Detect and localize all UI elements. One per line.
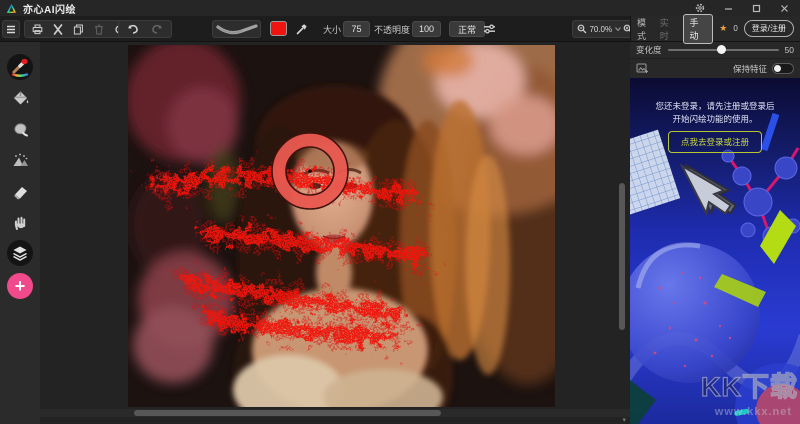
- keep-features-row: 保持特征: [630, 58, 800, 78]
- hand-pan-tool[interactable]: [7, 209, 33, 235]
- zoom-level-value[interactable]: 70.0%: [589, 25, 612, 34]
- panel-top-bar: 模式 实时 手动 ★ 0 登录/注册: [630, 13, 800, 44]
- mode-realtime-option[interactable]: 实时: [660, 16, 677, 42]
- brush-preview-icon: [215, 24, 258, 35]
- hamburger-icon: [7, 25, 15, 33]
- zoom-out-icon[interactable]: [577, 24, 587, 34]
- vertical-scrollbar-thumb[interactable]: [619, 183, 625, 330]
- layers-tool[interactable]: [7, 240, 33, 266]
- keep-features-toggle[interactable]: [772, 63, 794, 74]
- edit-tools-group: [24, 20, 133, 38]
- opacity-label: 不透明度: [374, 25, 411, 35]
- login-notice-line2: 开始闪绘功能的使用。: [672, 113, 758, 124]
- brush-cursor-ring: [271, 132, 349, 210]
- add-reference-image-icon[interactable]: [636, 63, 649, 74]
- settings-gear-icon[interactable]: [694, 2, 706, 14]
- undo-icon[interactable]: [127, 24, 139, 34]
- title-bar: 亦心AI闪绘: [0, 0, 800, 16]
- scrollbar-corner-arrow-icon[interactable]: ▾: [622, 416, 626, 424]
- mode-label: 模式: [637, 17, 647, 41]
- app-logo-icon: [6, 3, 17, 14]
- lasso-icon: [13, 122, 28, 137]
- paint-brush-tool[interactable]: [7, 54, 33, 80]
- variation-value: 50: [784, 45, 794, 55]
- credit-count: 0: [733, 24, 738, 33]
- ai-panel: 变化度 50 保持特征 您还未登录，请先注册或登录后 开始闪绘功能的使用。 点我…: [630, 42, 800, 424]
- brush-color-swatch[interactable]: [270, 21, 287, 36]
- watermark-title: KK下载: [700, 371, 798, 402]
- toggle-knob: [774, 65, 781, 72]
- window-controls: [694, 2, 790, 14]
- menu-button[interactable]: [2, 20, 20, 38]
- mode-manual-option[interactable]: 手动: [682, 13, 714, 44]
- cut-scissors-icon[interactable]: [53, 23, 63, 35]
- eyedropper-icon[interactable]: [296, 23, 308, 35]
- panel-art-area: 您还未登录，请先注册或登录后 开始闪绘功能的使用。 点我去登录或注册 KK下载 …: [630, 78, 800, 424]
- variation-label: 变化度: [636, 45, 662, 55]
- spray-icon: [13, 153, 28, 166]
- paint-brush-icon: [11, 58, 29, 77]
- star-credit-icon: ★: [719, 23, 728, 33]
- app-title: 亦心AI闪绘: [23, 4, 76, 16]
- print-button[interactable]: [32, 24, 43, 35]
- add-button[interactable]: +: [7, 273, 33, 299]
- main-area: + ▾ 变化度 50 保持特征 您还未登录，请先注册或登录后 开始闪绘功能的使用…: [0, 42, 800, 424]
- fill-bucket-tool[interactable]: [7, 85, 33, 111]
- brush-stroke-preview[interactable]: [212, 20, 261, 38]
- blend-mode-button[interactable]: 正常: [449, 21, 486, 37]
- canvas-workspace[interactable]: ▾: [40, 42, 630, 424]
- brush-size-input[interactable]: 75: [343, 21, 370, 37]
- eraser-icon: [13, 186, 27, 199]
- delete-trash-icon[interactable]: [94, 24, 104, 35]
- copy-button[interactable]: [73, 24, 84, 35]
- chevron-down-icon[interactable]: [614, 27, 621, 31]
- canvas-image[interactable]: [128, 45, 555, 407]
- redo-icon[interactable]: [151, 24, 163, 34]
- login-notice-line1: 您还未登录，请先注册或登录后: [655, 101, 775, 111]
- layers-icon: [13, 246, 27, 261]
- variation-slider[interactable]: [667, 45, 779, 55]
- brush-size-label: 大小: [323, 25, 342, 35]
- history-group: [118, 20, 172, 38]
- hand-icon: [14, 216, 26, 230]
- watermark-url: www.kkx.net: [714, 406, 792, 418]
- opacity-input[interactable]: 100: [412, 21, 441, 37]
- close-button[interactable]: [778, 2, 790, 14]
- lasso-select-tool[interactable]: [7, 116, 33, 142]
- maximize-button[interactable]: [750, 2, 762, 14]
- eraser-tool[interactable]: [7, 178, 33, 204]
- brush-settings-sliders-icon[interactable]: [483, 24, 496, 34]
- slider-knob[interactable]: [717, 45, 727, 54]
- fill-bucket-icon: [13, 91, 28, 104]
- main-toolbar: 大小 75 不透明度 100 正常 70.0% 模式 实时 手动 ★ 0 登录/…: [0, 13, 800, 44]
- login-register-button[interactable]: 登录/注册: [743, 20, 795, 37]
- minimize-button[interactable]: [722, 2, 734, 14]
- spray-texture-tool[interactable]: [7, 147, 33, 173]
- variation-row: 变化度 50: [630, 42, 800, 58]
- keep-features-label: 保持特征: [732, 63, 767, 74]
- login-cta-button[interactable]: 点我去登录或注册: [667, 131, 763, 153]
- login-notice: 您还未登录，请先注册或登录后 开始闪绘功能的使用。: [630, 100, 800, 126]
- zoom-control: 70.0%: [572, 20, 638, 38]
- horizontal-scrollbar-thumb[interactable]: [134, 410, 441, 416]
- tool-sidebar: +: [0, 42, 40, 424]
